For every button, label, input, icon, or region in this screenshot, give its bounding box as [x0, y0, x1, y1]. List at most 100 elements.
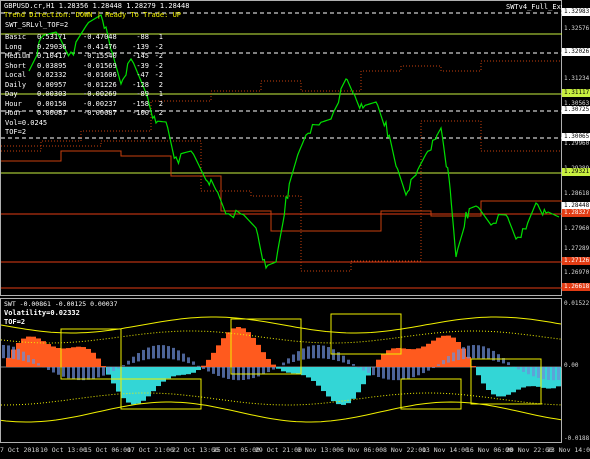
ribbon-bar — [181, 367, 186, 375]
stats-cell-name: Hour — [5, 99, 22, 108]
price-chart-pane[interactable]: GBPUSD.cr,H1 1.28356 1.28448 1.28279 1.2… — [0, 0, 565, 296]
ribbon-bar — [491, 367, 496, 395]
ribbon-inner-bar — [212, 367, 215, 374]
ribbon-inner-bar — [172, 347, 175, 360]
time-tick: 15 Oct 06:00 — [84, 446, 131, 454]
ribbon-inner-bar — [232, 367, 235, 380]
stats-cell-v1: 0.00150 — [37, 99, 67, 108]
stats-cell-v3: -128 — [132, 80, 149, 89]
ribbon-bar — [346, 367, 351, 404]
ribbon-inner-bar — [557, 367, 560, 380]
ribbon-bar — [196, 367, 201, 371]
stats-cell-v3: -158 — [132, 99, 149, 108]
terminal-chart-window: GBPUSD.cr,H1 1.28356 1.28448 1.28279 1.2… — [0, 0, 590, 459]
ribbon-inner-bar — [187, 357, 190, 364]
ribbon-inner-bar — [407, 367, 410, 379]
ribbon-inner-bar — [27, 355, 30, 363]
ribbon-bar — [216, 345, 221, 367]
stats-cell-v4: 2 — [158, 99, 163, 108]
ribbon-inner-bar — [292, 354, 295, 362]
price-tick: 1.27289 — [564, 245, 590, 252]
stats-cell-v2: -0.00269 — [83, 90, 117, 98]
ribbon-inner-bar — [517, 367, 520, 370]
ribbon-bar — [496, 367, 501, 397]
ribbon-bar — [171, 367, 176, 377]
ribbon-bar — [506, 367, 511, 395]
ribbon-inner-bar — [182, 353, 185, 362]
stats-cell-v1: 0.02332 — [37, 71, 67, 79]
ribbon-inner-bar — [57, 367, 60, 375]
time-tick: 13 Nov 14:00 — [422, 446, 469, 454]
stats-row: Basic 0.53171 -0.47048 -88 1 — [5, 33, 163, 43]
vol-label: Vol=0.0245 — [5, 119, 48, 127]
ribbon-inner-bar — [487, 348, 490, 360]
ribbon-inner-bar — [22, 351, 25, 361]
price-level-label: 1.30065 — [562, 133, 590, 141]
expert-advisor-label[interactable]: SWTv4_Full_Exp — [506, 3, 565, 12]
ribbon-bar — [51, 346, 56, 367]
ribbon-bar — [286, 367, 291, 373]
price-level-label: 1.31117 — [562, 89, 590, 97]
ribbon-inner-bar — [402, 367, 405, 380]
ribbon-bar — [291, 367, 296, 374]
indicator-subwindow[interactable]: SWT -0.00861 -0.00125 0.00037 Volatility… — [0, 298, 563, 443]
lower-band — [1, 401, 562, 423]
ribbon-bar — [421, 346, 426, 367]
stats-cell-v3: -100 — [132, 109, 149, 117]
price-level-label: 1.30725 — [562, 106, 590, 114]
ribbon-bar — [136, 367, 141, 404]
ribbon-bar — [426, 343, 431, 367]
ribbon-inner-bar — [307, 346, 310, 359]
ribbon-inner-bar — [37, 363, 40, 366]
time-tick: 6 Nov 06:00 — [340, 446, 384, 454]
stats-cell-name: Local — [5, 71, 27, 79]
ribbon-inner-bar — [322, 345, 325, 359]
ribbon-bar — [331, 367, 336, 402]
ribbon-inner-bar — [127, 360, 130, 365]
ribbon-bar — [76, 346, 81, 367]
stats-cell-v3: -145 — [132, 52, 149, 60]
price-axis[interactable]: 1.325761.319051.312341.305631.299601.292… — [562, 0, 590, 296]
ribbon-inner-bar — [87, 367, 90, 380]
ribbon-inner-bar — [267, 367, 270, 373]
ribbon-inner-bar — [532, 367, 535, 377]
ribbon-inner-bar — [257, 367, 260, 377]
stats-cell-v4: 2 — [158, 80, 163, 89]
ribbon-inner-bar — [347, 359, 350, 365]
ribbon-inner-bar — [547, 367, 550, 380]
ribbon-inner-bar — [242, 367, 245, 380]
price-tick: 1.32576 — [564, 25, 590, 32]
stats-cell-v4: 1 — [158, 90, 163, 98]
stats-row: Daily 0.00957 -0.01226 -128 2 — [5, 81, 163, 91]
ribbon-inner-bar — [507, 362, 510, 366]
time-tick: 10 Oct 13:00 — [40, 446, 87, 454]
ribbon-bar — [276, 367, 281, 369]
ribbon-bar — [146, 367, 151, 397]
stats-cell-v2: -0.15540 — [83, 52, 117, 60]
ribbon-bar — [176, 367, 181, 376]
stats-cell-v1: 0.10417 — [37, 52, 67, 60]
ribbon-inner-bar — [157, 345, 160, 359]
ribbon-bar — [56, 348, 61, 367]
stats-cell-v4: 1 — [158, 33, 163, 41]
price-tick: 1.26970 — [564, 269, 590, 276]
ribbon-bar — [301, 367, 306, 376]
ribbon-bar — [516, 367, 521, 390]
ribbon-inner-bar — [467, 345, 470, 359]
ribbon-inner-bar — [132, 356, 135, 363]
stats-row: Long 0.29036 -0.41476 -139 -2 — [5, 43, 163, 53]
stats-cell-name: Short — [5, 61, 27, 70]
stats-cell-v4: -2 — [154, 61, 163, 70]
stats-cell-v3: -89 — [136, 90, 149, 98]
ribbon-inner-bar — [52, 367, 55, 373]
ribbon-inner-bar — [137, 353, 140, 362]
ribbon-bar — [341, 367, 346, 405]
ribbon-bar — [226, 332, 231, 367]
stats-cell-v2: -0.01606 — [83, 71, 117, 79]
ribbon-inner-bar — [522, 367, 525, 372]
time-tick: 29 Oct 21:00 — [255, 446, 302, 454]
price-level-label: 1.29321 — [562, 168, 590, 176]
ribbon-bar — [256, 344, 261, 367]
ribbon-inner-bar — [227, 367, 230, 380]
time-tick: 1 Nov 13:00 — [297, 446, 341, 454]
